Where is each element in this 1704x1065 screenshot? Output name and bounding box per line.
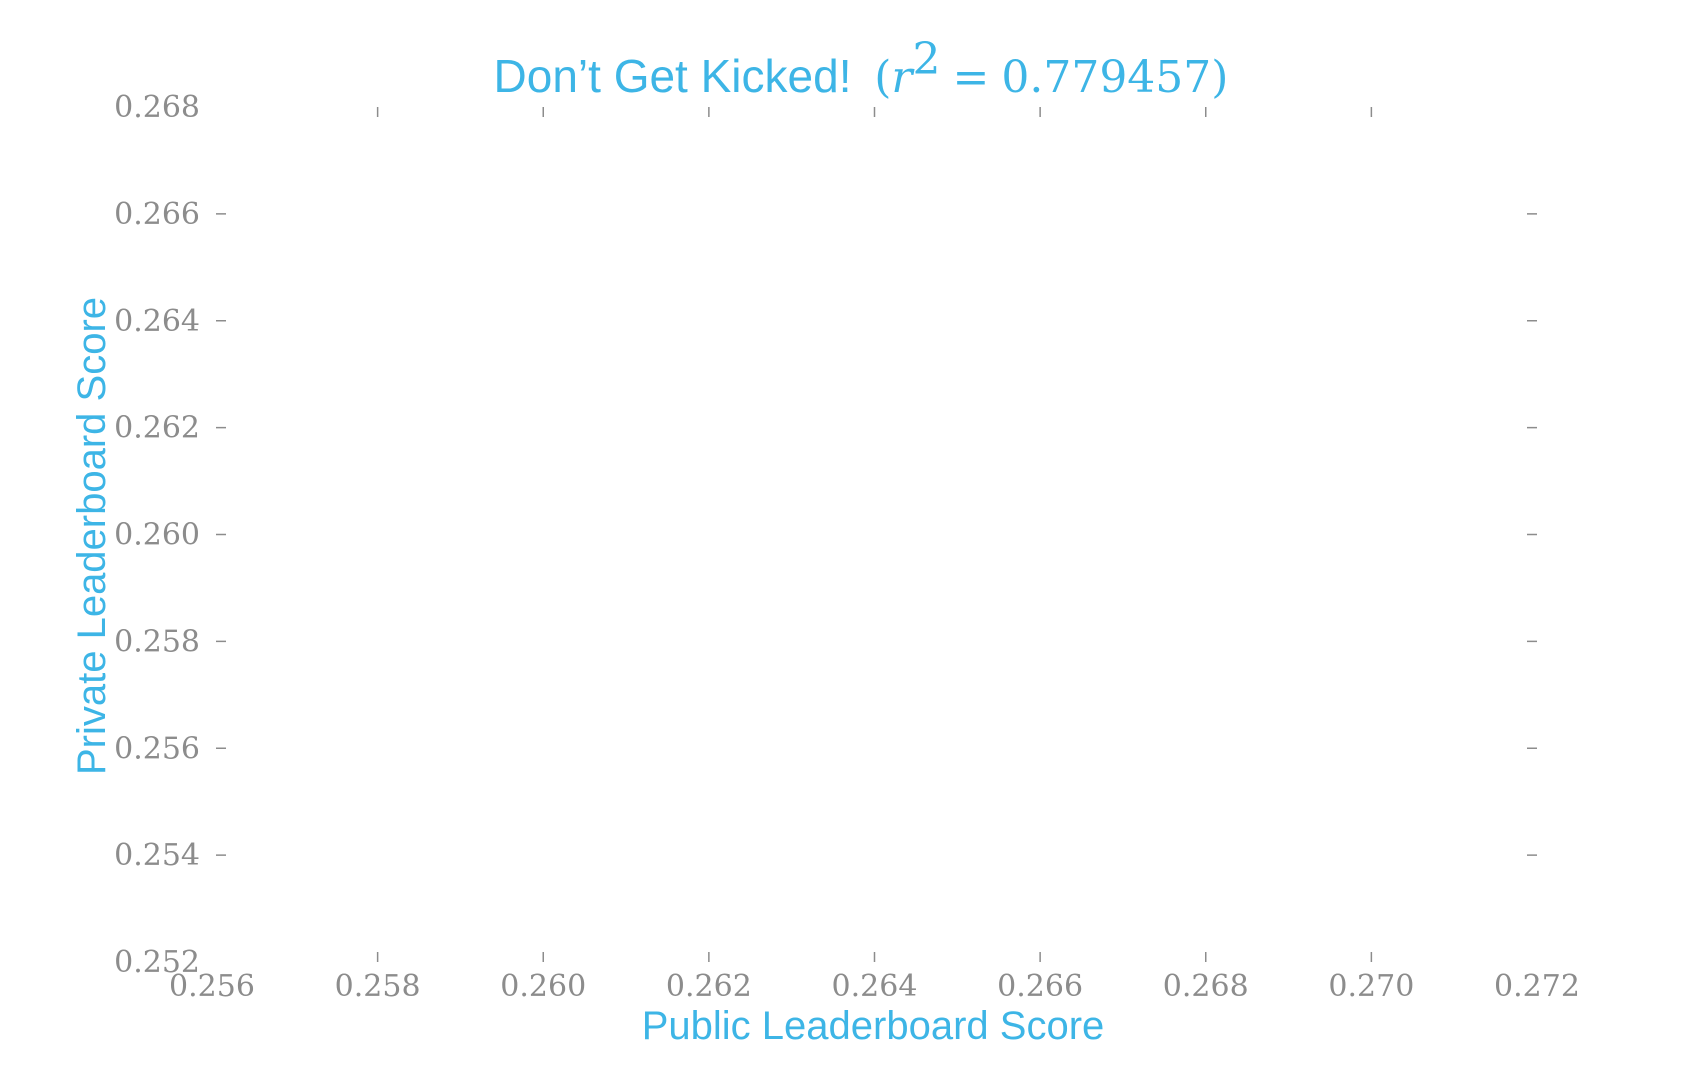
scatter-chart: Don’t Get Kicked! (r2 = 0.779457) 0.256 0.2…: [70, 34, 1580, 1048]
x-tick-label: 0.268: [1163, 969, 1249, 1004]
x-tick-label: 0.264: [832, 969, 918, 1004]
chart-title-stat-exponent: 2: [912, 34, 940, 85]
chart-title-stat-value: 0.779457: [1001, 52, 1211, 103]
x-tick-label: 0.272: [1494, 969, 1580, 1004]
y-axis: 0.252 0.254 0.256 0.258 0.260 0.262 0.264 0.266…: [114, 90, 1537, 980]
x-axis: 0.256 0.258 0.260 0.262 0.264 0.266 0.268 0.270…: [169, 107, 1580, 1004]
x-tick-label: 0.260: [500, 969, 586, 1004]
y-tick-label: 0.264: [114, 304, 200, 339]
x-tick-label: 0.262: [666, 969, 752, 1004]
y-tick-label: 0.266: [114, 197, 200, 232]
chart-title: Don’t Get Kicked! (r2 = 0.779457): [494, 34, 1229, 103]
y-tick-label: 0.262: [114, 411, 200, 446]
svg-text:Don’t Get Kicked! (r2=0.: Don’t Get Kicked! (r2 = 0.779457): [494, 34, 1229, 103]
y-tick-label: 0.252: [114, 945, 200, 980]
chart-title-close-paren: ): [1211, 52, 1228, 103]
x-tick-label: 0.270: [1328, 969, 1414, 1004]
y-tick-label: 0.256: [114, 731, 200, 766]
y-tick-label: 0.260: [114, 518, 200, 553]
y-tick-label: 0.254: [114, 838, 200, 873]
y-tick-label: 0.268: [114, 90, 200, 125]
y-tick-label: 0.258: [114, 624, 200, 659]
y-axis-label: Private Leaderboard Score: [70, 297, 114, 775]
x-axis-label: Public Leaderboard Score: [642, 1004, 1105, 1048]
chart-title-equals: =: [952, 52, 989, 103]
chart-title-open-paren: (: [874, 52, 891, 103]
x-tick-label: 0.266: [997, 969, 1083, 1004]
chart-title-text: Don’t Get Kicked!: [494, 50, 852, 102]
x-tick-label: 0.258: [335, 969, 421, 1004]
